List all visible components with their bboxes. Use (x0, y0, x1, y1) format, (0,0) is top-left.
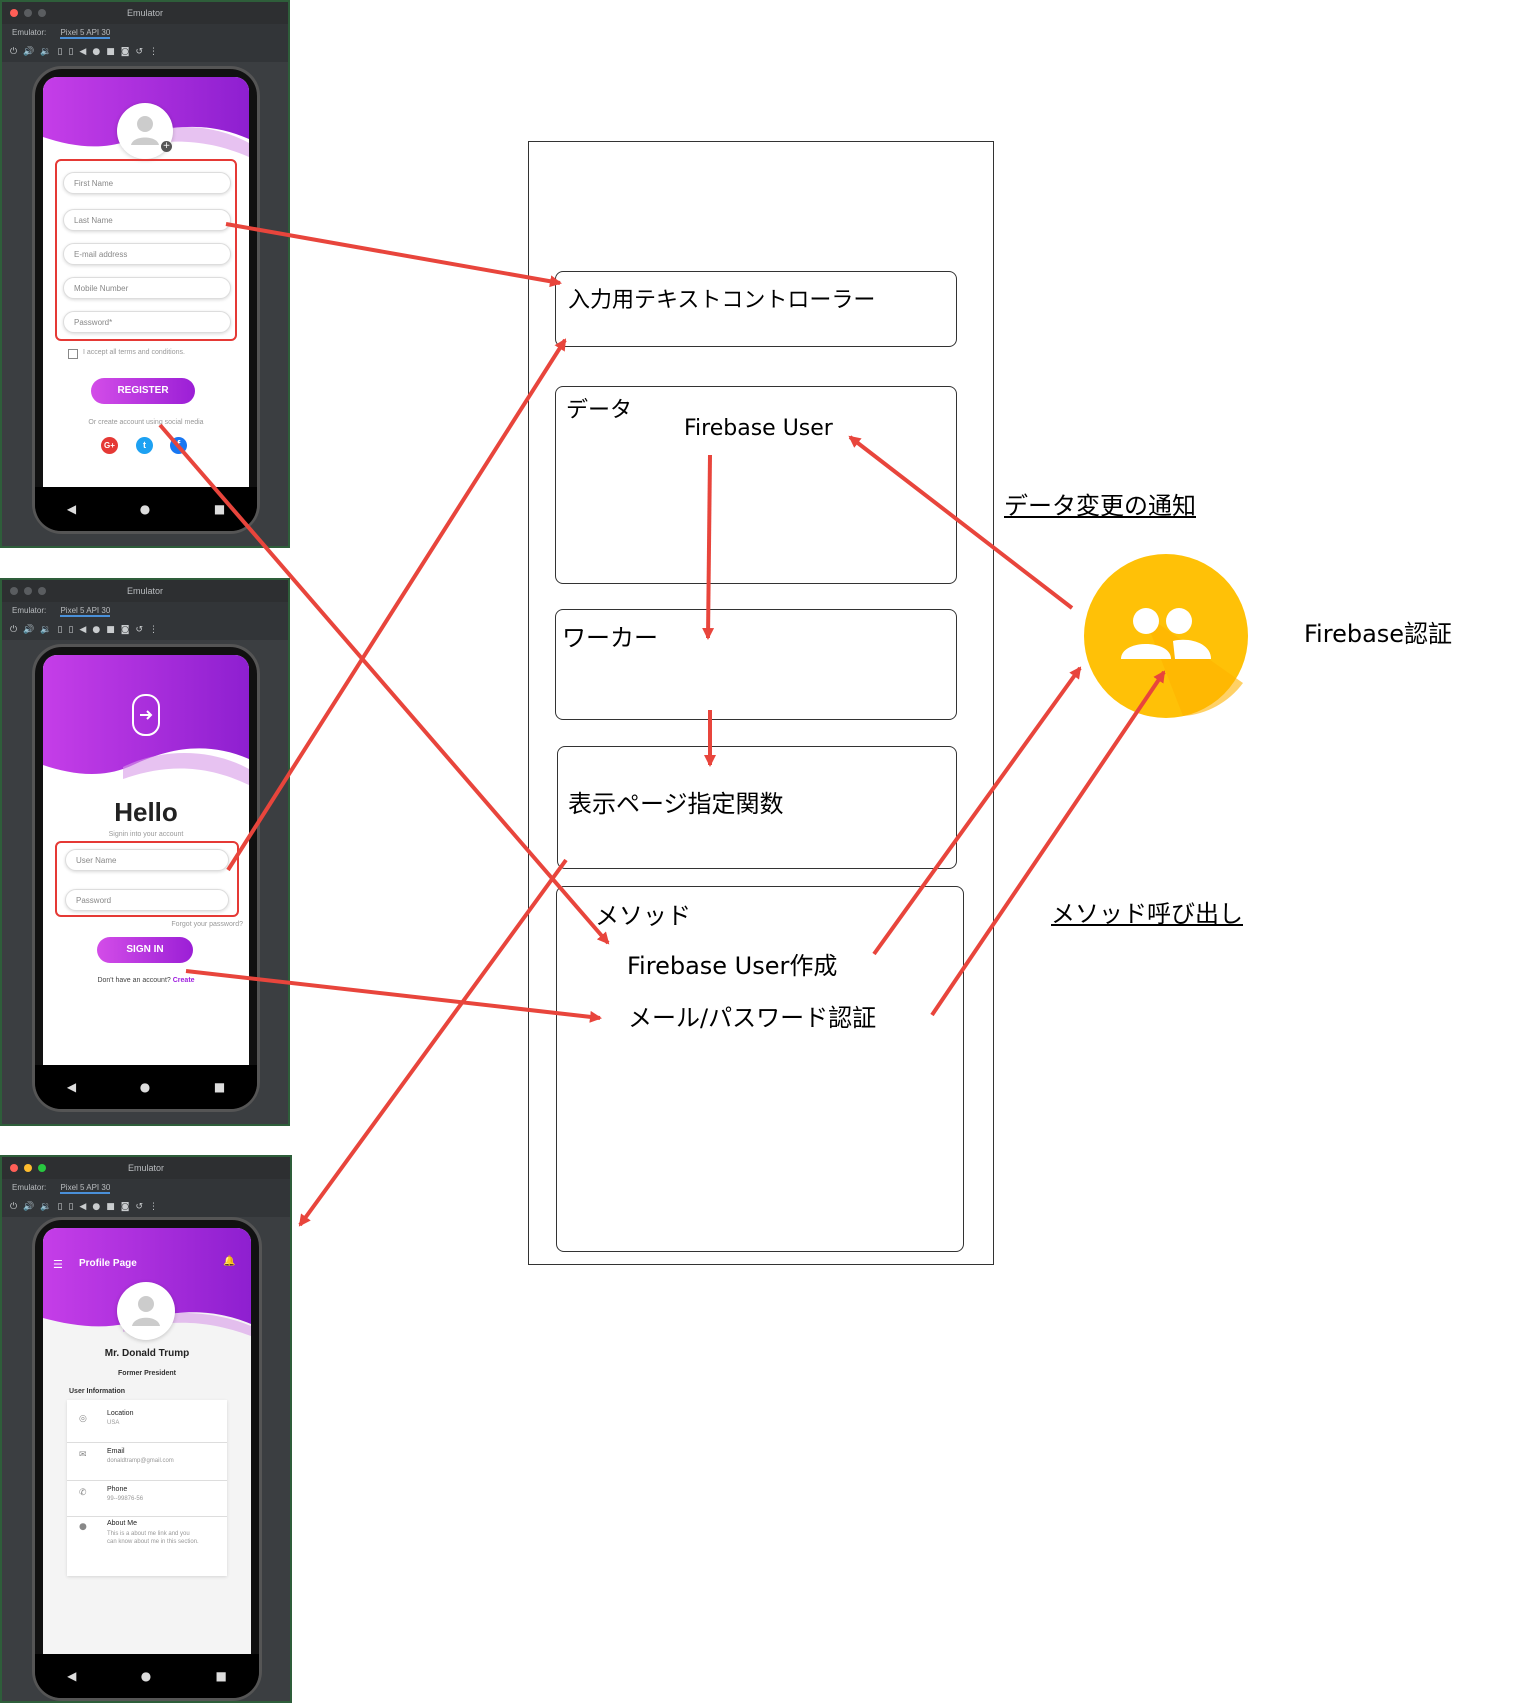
device-tab[interactable]: Pixel 5 API 30 (60, 606, 111, 617)
phone-icon: ✆ (79, 1488, 87, 1498)
emulator-window-profile: Emulator Emulator: Pixel 5 API 30 ⏻🔊🔉▯▯◀… (0, 1155, 292, 1703)
arrow-page-fn-to-profile (298, 858, 568, 1227)
emulator-window-login: Emulator Emulator: Pixel 5 API 30 ⏻🔊🔉▯▯◀… (0, 578, 290, 1126)
login-icon (132, 694, 160, 736)
home-button[interactable]: ● (141, 1669, 151, 1683)
emulator-tabs: Emulator: Pixel 5 API 30 (2, 1179, 290, 1197)
phone-frame: Hello Signin into your account User Name… (32, 644, 260, 1112)
close-icon[interactable] (10, 587, 18, 595)
profile-screen: ☰ Profile Page 🔔 Mr. Donald Trump Former… (43, 1228, 251, 1656)
terms-label: I accept all terms and conditions. (83, 349, 185, 356)
maximize-icon[interactable] (38, 9, 46, 17)
recents-button[interactable]: ■ (216, 1669, 227, 1683)
minimize-icon[interactable] (24, 587, 32, 595)
forgot-password-link[interactable]: Forgot your password? (133, 921, 243, 928)
register-button[interactable]: REGISTER (91, 378, 195, 404)
android-navbar: ◀ ● ■ (35, 487, 257, 531)
method-box (556, 886, 964, 1252)
email-icon: ✉ (79, 1450, 87, 1460)
phone-frame: + First Name Last Name E-mail address Mo… (32, 66, 260, 534)
info-label: Location (107, 1410, 134, 1417)
profile-title: Profile Page (79, 1258, 137, 1269)
profile-role: Former President (118, 1370, 176, 1377)
no-account-text: Don't have an account? Create (43, 977, 249, 984)
method-auth-label: メール/パスワード認証 (628, 1004, 877, 1032)
sign-in-button[interactable]: SIGN IN (97, 937, 193, 963)
close-icon[interactable] (10, 9, 18, 17)
section-title: User Information (69, 1388, 126, 1395)
minimize-icon[interactable] (24, 1164, 32, 1172)
back-button[interactable]: ◀ (67, 1080, 76, 1094)
emulator-window-register: Emulator Emulator: Pixel 5 API 30 ⏻🔊🔉▯▯◀… (0, 0, 290, 548)
home-button[interactable]: ● (140, 502, 150, 516)
info-value: USA (107, 1420, 120, 1426)
info-label: Email (107, 1448, 125, 1455)
avatar[interactable] (117, 1282, 175, 1340)
login-screen: Hello Signin into your account User Name… (43, 655, 249, 1067)
emulator-toolbar[interactable]: ⏻🔊🔉▯▯◀●■◙↺⋮ (2, 620, 288, 640)
info-location: ◎ Location USA (67, 1408, 227, 1443)
emulator-label: Emulator: (12, 606, 47, 615)
info-value: 99--99876-56 (107, 1496, 144, 1502)
emulator-label: Emulator: (12, 28, 47, 37)
controller-label: 入力用テキストコントローラー (568, 288, 876, 313)
firebase-auth-icon (1084, 554, 1248, 718)
android-navbar: ◀ ● ■ (35, 1065, 257, 1109)
firebase-user-label: Firebase User (684, 416, 833, 441)
create-link[interactable]: Create (173, 977, 195, 984)
close-icon[interactable] (10, 1164, 18, 1172)
back-button[interactable]: ◀ (67, 1669, 76, 1683)
menu-icon[interactable]: ☰ (53, 1258, 63, 1271)
info-label: Phone (107, 1486, 128, 1493)
facebook-icon[interactable]: f (170, 437, 187, 454)
register-screen: + First Name Last Name E-mail address Mo… (43, 77, 249, 489)
phone-frame: ☰ Profile Page 🔔 Mr. Donald Trump Former… (32, 1217, 262, 1701)
social-text: Or create account using social media (88, 419, 204, 426)
info-value: donaldtramp@gmail.com (107, 1458, 174, 1464)
location-icon: ◎ (79, 1414, 87, 1424)
notify-label: データ変更の通知 (1004, 492, 1196, 520)
emulator-toolbar[interactable]: ⏻🔊🔉▯▯◀●■◙↺⋮ (2, 42, 288, 62)
info-label: About Me (107, 1520, 137, 1527)
person-icon (132, 1296, 160, 1326)
back-button[interactable]: ◀ (67, 502, 76, 516)
hello-heading: Hello (114, 797, 178, 827)
data-label: データ (566, 398, 633, 423)
highlight-login-fields (55, 841, 239, 917)
home-button[interactable]: ● (140, 1080, 150, 1094)
maximize-icon[interactable] (38, 1164, 46, 1172)
firebase-auth-label: Firebase認証 (1304, 620, 1453, 648)
notification-icon[interactable]: 🔔 (223, 1256, 235, 1267)
info-card: ◎ Location USA ✉ Email donaldtramp@gmail… (67, 1400, 227, 1576)
person-icon: ● (79, 1522, 87, 1532)
emulator-label: Emulator: (12, 1183, 47, 1192)
call-label: メソッド呼び出し (1051, 900, 1243, 928)
add-photo-icon[interactable]: + (161, 141, 172, 152)
device-tab[interactable]: Pixel 5 API 30 (60, 1183, 111, 1194)
recents-button[interactable]: ■ (214, 502, 225, 516)
emulator-tabs: Emulator: Pixel 5 API 30 (2, 602, 288, 620)
info-email: ✉ Email donaldtramp@gmail.com (67, 1446, 227, 1481)
terms-checkbox[interactable] (68, 349, 78, 359)
method-create-label: Firebase User作成 (627, 952, 838, 980)
worker-label: ワーカー (562, 624, 658, 652)
google-plus-icon[interactable]: G+ (101, 437, 118, 454)
minimize-icon[interactable] (24, 9, 32, 17)
info-about: ● About Me This is a about me link and y… (67, 1520, 227, 1572)
page-function-label: 表示ページ指定関数 (568, 790, 784, 818)
info-value: This is a about me link and you can know… (107, 1531, 199, 1545)
signin-subheading: Signin into your account (108, 831, 184, 838)
emulator-tabs: Emulator: Pixel 5 API 30 (2, 24, 288, 42)
maximize-icon[interactable] (38, 587, 46, 595)
info-phone: ✆ Phone 99--99876-56 (67, 1484, 227, 1517)
device-tab[interactable]: Pixel 5 API 30 (60, 28, 111, 39)
twitter-icon[interactable]: t (136, 437, 153, 454)
profile-name: Mr. Donald Trump (104, 1348, 190, 1359)
no-account-label: Don't have an account? (97, 977, 171, 984)
emulator-toolbar[interactable]: ⏻🔊🔉▯▯◀●■◙↺⋮ (2, 1197, 290, 1217)
method-label: メソッド (595, 902, 691, 930)
highlight-register-fields (55, 159, 237, 341)
recents-button[interactable]: ■ (214, 1080, 225, 1094)
android-navbar: ◀ ● ■ (35, 1654, 259, 1698)
